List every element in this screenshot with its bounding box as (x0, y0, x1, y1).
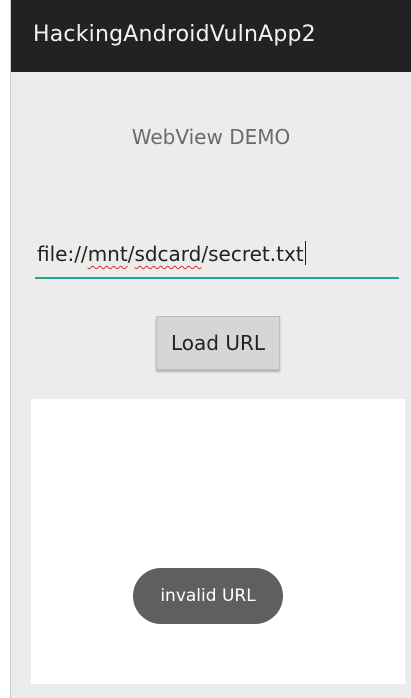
url-segment-file: /secret.txt (201, 242, 304, 266)
url-segment-scheme: file:// (37, 242, 88, 266)
webview-area[interactable] (31, 399, 405, 684)
text-cursor (304, 241, 306, 265)
url-input-value[interactable]: file://mnt/sdcard/secret.txt (37, 241, 306, 266)
page-heading: WebView DEMO (131, 125, 291, 149)
toast-message: invalid URL (133, 568, 283, 624)
url-input[interactable]: file://mnt/sdcard/secret.txt (35, 237, 399, 279)
load-url-button[interactable]: Load URL (156, 316, 280, 370)
action-bar: HackingAndroidVulnApp2 (11, 0, 411, 72)
url-segment-mnt: mnt (87, 242, 128, 266)
app-title: HackingAndroidVulnApp2 (33, 22, 316, 47)
url-segment-sdcard: sdcard (134, 242, 202, 266)
